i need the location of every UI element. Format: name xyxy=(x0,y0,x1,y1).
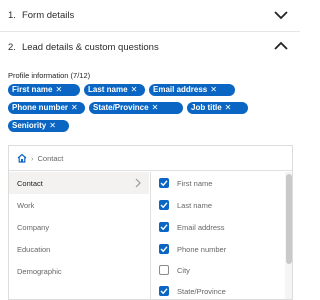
close-icon[interactable]: ✕ xyxy=(210,84,217,96)
chip-seniority[interactable]: Seniority ✕ xyxy=(8,120,69,132)
section-number: 2. xyxy=(8,41,16,53)
chip-email-address[interactable]: Email address ✕ xyxy=(149,84,235,96)
category-label: Work xyxy=(17,200,35,210)
section-number: 1. xyxy=(8,10,16,21)
checkbox-checked-icon[interactable] xyxy=(159,200,169,210)
option-label: City xyxy=(177,265,190,275)
section-title: Form details xyxy=(21,10,75,21)
chip-first-name[interactable]: First name ✕ xyxy=(8,84,80,96)
option-city[interactable]: City xyxy=(159,263,190,277)
category-item-demographic[interactable]: Demographic xyxy=(9,260,149,282)
chip-label: Seniority xyxy=(12,121,47,130)
chevron-up-icon[interactable] xyxy=(274,41,288,51)
home-icon[interactable] xyxy=(17,153,27,163)
chip-last-name[interactable]: Last name ✕ xyxy=(84,84,145,96)
section-lead-details[interactable]: 2. Lead details & custom questions xyxy=(0,31,300,63)
option-label: Last name xyxy=(177,200,213,210)
scrollbar[interactable] xyxy=(285,172,292,299)
category-label: Company xyxy=(17,222,50,232)
close-icon[interactable]: ✕ xyxy=(71,102,78,114)
chevron-down-icon[interactable] xyxy=(274,10,288,20)
breadcrumb-separator: › xyxy=(31,153,34,163)
chip-label: Email address xyxy=(153,85,208,94)
close-icon[interactable]: ✕ xyxy=(49,120,56,132)
close-icon[interactable]: ✕ xyxy=(55,84,62,96)
field-options-list: First name Last name Email address Phone… xyxy=(151,172,292,299)
chip-label: State/Province xyxy=(93,103,149,112)
category-item-work[interactable]: Work xyxy=(9,194,149,216)
category-label: Demographic xyxy=(17,266,62,276)
chip-label: First name xyxy=(12,85,53,94)
section-form-details[interactable]: 1. Form details xyxy=(0,0,300,32)
chip-phone-number[interactable]: Phone number ✕ xyxy=(8,102,85,114)
checkbox-checked-icon[interactable] xyxy=(159,286,169,296)
field-picker-panel: › Contact Contact Work Company Education… xyxy=(8,145,293,300)
checkbox-checked-icon[interactable] xyxy=(159,178,169,188)
option-label: State/Province xyxy=(177,286,226,296)
option-first-name[interactable]: First name xyxy=(159,176,212,190)
close-icon[interactable]: ✕ xyxy=(225,102,232,114)
category-list: Contact Work Company Education Demograph… xyxy=(9,172,151,299)
option-last-name[interactable]: Last name xyxy=(159,198,212,212)
category-item-education[interactable]: Education xyxy=(9,238,149,260)
option-label: First name xyxy=(177,178,213,188)
option-label: Phone number xyxy=(177,244,227,254)
category-item-company[interactable]: Company xyxy=(9,216,149,238)
breadcrumb-current: Contact xyxy=(37,153,64,163)
close-icon[interactable]: ✕ xyxy=(131,84,138,96)
close-icon[interactable]: ✕ xyxy=(152,102,159,114)
chip-label: Last name xyxy=(88,85,128,94)
profile-information-label: Profile information (7/12) xyxy=(8,71,91,80)
category-item-contact[interactable]: Contact xyxy=(9,172,149,194)
checkbox-checked-icon[interactable] xyxy=(159,244,169,254)
chip-label: Phone number xyxy=(12,103,69,112)
option-phone-number[interactable]: Phone number xyxy=(159,242,226,256)
scrollbar-thumb[interactable] xyxy=(286,174,292,264)
checkbox-unchecked-icon[interactable] xyxy=(159,265,169,275)
checkbox-checked-icon[interactable] xyxy=(159,222,169,232)
chip-job-title[interactable]: Job title ✕ xyxy=(187,102,248,114)
option-email-address[interactable]: Email address xyxy=(159,220,225,234)
chevron-right-icon xyxy=(135,178,141,188)
chip-label: Job title xyxy=(191,103,222,112)
breadcrumb: › Contact xyxy=(9,146,292,171)
option-state-province[interactable]: State/Province xyxy=(159,284,226,298)
section-title: Lead details & custom questions xyxy=(21,41,159,53)
option-label: Email address xyxy=(177,222,225,232)
chip-state-province[interactable]: State/Province ✕ xyxy=(89,102,183,114)
category-label: Contact xyxy=(17,178,43,188)
category-label: Education xyxy=(17,244,51,254)
